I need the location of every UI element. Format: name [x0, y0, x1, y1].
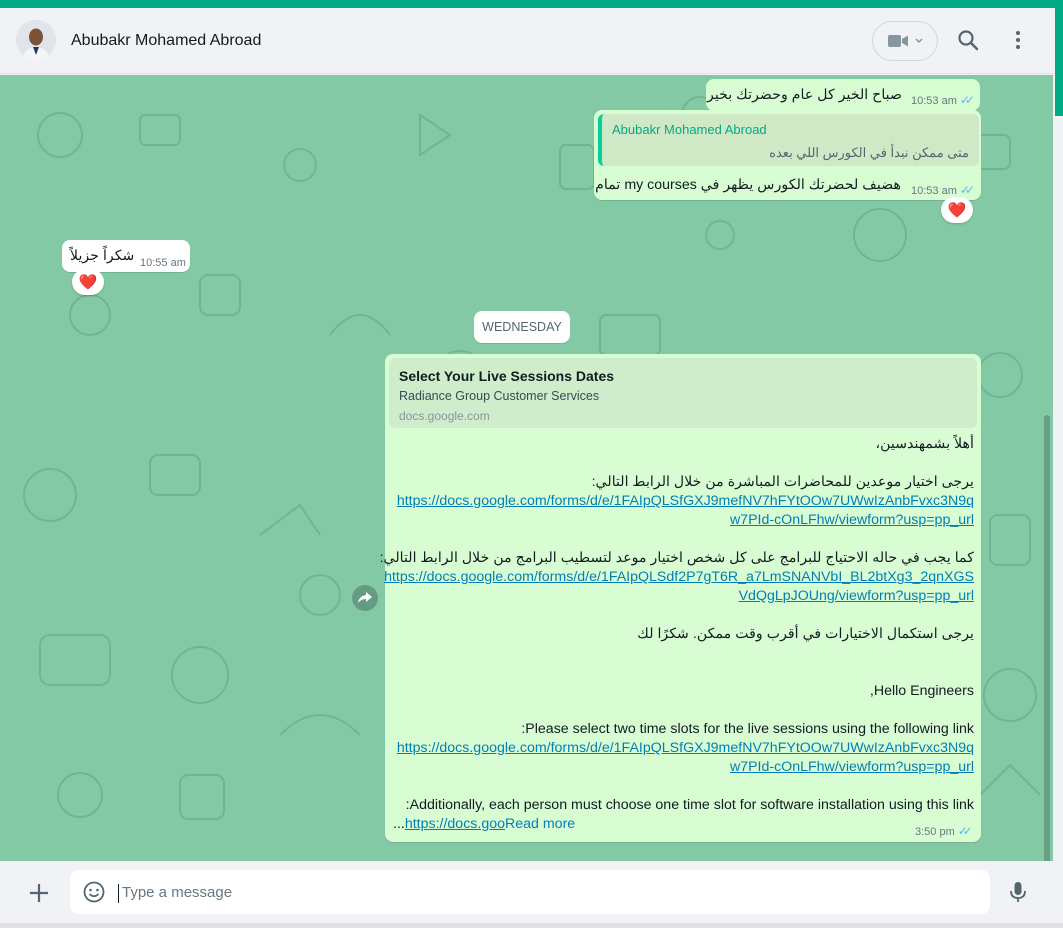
- accent-strip: [1055, 8, 1063, 116]
- message-link[interactable]: w7PId-cOnLFhw/viewform?usp=pp_url: [730, 759, 974, 775]
- search-icon: [958, 30, 979, 51]
- contact-name[interactable]: Abubakr Mohamed Abroad: [71, 32, 261, 50]
- message-meta: 3:50 pm ✓✓: [915, 824, 973, 838]
- message-line: ,Hello Engineers: [869, 683, 974, 699]
- video-call-button[interactable]: [872, 21, 938, 61]
- message-input-placeholder: Type a message: [118, 884, 232, 903]
- window-bottom-edge: [0, 923, 1063, 928]
- link-preview[interactable]: Select Your Live Sessions Dates Radiance…: [389, 358, 977, 428]
- quoted-message[interactable]: Abubakr Mohamed Abroad متى ممكن نبدأ في …: [598, 114, 979, 166]
- search-button[interactable]: [956, 28, 980, 52]
- message-time: 3:50 pm: [915, 826, 955, 838]
- link-preview-title: Select Your Live Sessions Dates: [399, 368, 615, 384]
- reaction-badge[interactable]: ❤️: [72, 269, 104, 295]
- message-outgoing-reply[interactable]: Abubakr Mohamed Abroad متى ممكن نبدأ في …: [594, 110, 981, 200]
- message-time: 10:53 am: [911, 95, 957, 107]
- emoji-button[interactable]: [82, 880, 106, 904]
- forward-icon: [358, 592, 372, 603]
- message-line: :Additionally, each person must choose o…: [405, 797, 974, 813]
- read-more-link[interactable]: Read more: [505, 816, 575, 832]
- window-edge: [1053, 8, 1063, 863]
- menu-icon: [1016, 31, 1020, 49]
- plus-icon: [30, 884, 48, 902]
- forward-button[interactable]: [352, 585, 378, 611]
- link-preview-host: docs.google.com: [399, 409, 490, 423]
- heart-icon: ❤️: [947, 202, 967, 219]
- chat-panel[interactable]: صباح الخير كل عام وحضرتك بخير 10:53 am ✓✓…: [0, 75, 1053, 861]
- menu-button[interactable]: [1006, 28, 1030, 52]
- message-text: شكراً جزيلاً: [70, 248, 135, 264]
- video-call-icon: [888, 35, 908, 47]
- message-link[interactable]: https://docs.google.com/forms/d/e/1FAIpQ…: [384, 569, 974, 585]
- quoted-text: متى ممكن نبدأ في الكورس اللي بعده: [769, 145, 969, 160]
- double-check-icon: ✓✓: [957, 824, 973, 838]
- message-line: يرجى اختيار موعدين للمحاضرات المباشرة من…: [591, 474, 974, 490]
- message-link[interactable]: https://docs.goo: [405, 816, 505, 832]
- message-line: كما يجب في حاله الاحتياج للبرامج على كل …: [379, 550, 974, 566]
- message-text: هضيف لحضرتك الكورس يظهر في my courses تم…: [595, 177, 901, 193]
- message-time: 10:53 am: [911, 185, 957, 197]
- composer-bar: Type a message: [0, 861, 1053, 923]
- chat-scrollbar[interactable]: [1044, 415, 1050, 861]
- link-preview-description: Radiance Group Customer Services: [399, 389, 600, 403]
- double-check-icon: ✓✓: [959, 183, 975, 197]
- message-link[interactable]: https://docs.google.com/forms/d/e/1FAIpQ…: [397, 493, 974, 509]
- message-time: 10:55 am: [140, 257, 186, 269]
- message-line-truncated: ...https://docs.gooRead more: [393, 816, 575, 832]
- double-check-icon: ✓✓: [959, 93, 975, 107]
- message-line: :Please select two time slots for the li…: [521, 721, 974, 737]
- emoji-icon: [83, 881, 105, 903]
- message-meta: 10:53 am ✓✓: [911, 183, 975, 197]
- voice-message-button[interactable]: [1006, 880, 1030, 904]
- message-incoming[interactable]: شكراً جزيلاً 10:55 am: [62, 240, 190, 272]
- mic-icon: [1010, 882, 1026, 902]
- ellipsis: ...: [393, 816, 405, 832]
- reaction-badge[interactable]: ❤️: [941, 197, 973, 223]
- date-divider: WEDNESDAY: [474, 311, 570, 343]
- heart-icon: ❤️: [78, 274, 98, 291]
- message-line: أهلاً بشمهندسين،: [875, 436, 974, 452]
- message-link[interactable]: w7PId-cOnLFhw/viewform?usp=pp_url: [730, 512, 974, 528]
- avatar[interactable]: [16, 20, 56, 60]
- message-input[interactable]: Type a message: [70, 870, 990, 914]
- message-outgoing-long[interactable]: Select Your Live Sessions Dates Radiance…: [380, 354, 981, 842]
- attach-button[interactable]: [27, 881, 51, 905]
- message-link[interactable]: https://docs.google.com/forms/d/e/1FAIpQ…: [397, 740, 974, 756]
- quoted-sender: Abubakr Mohamed Abroad: [612, 122, 767, 137]
- message-outgoing[interactable]: صباح الخير كل عام وحضرتك بخير 10:53 am ✓✓: [706, 79, 980, 111]
- avatar-photo: [16, 20, 56, 60]
- message-line: يرجى استكمال الاختيارات في أقرب وقت ممكن…: [637, 626, 974, 642]
- chat-header: Abubakr Mohamed Abroad: [0, 8, 1053, 74]
- message-link[interactable]: VdQgLpJOUng/viewform?usp=pp_url: [739, 588, 974, 604]
- message-text: صباح الخير كل عام وحضرتك بخير: [707, 87, 902, 103]
- top-accent-bar: [0, 0, 1063, 8]
- message-meta: 10:53 am ✓✓: [911, 93, 975, 107]
- chevron-down-icon: [915, 38, 923, 43]
